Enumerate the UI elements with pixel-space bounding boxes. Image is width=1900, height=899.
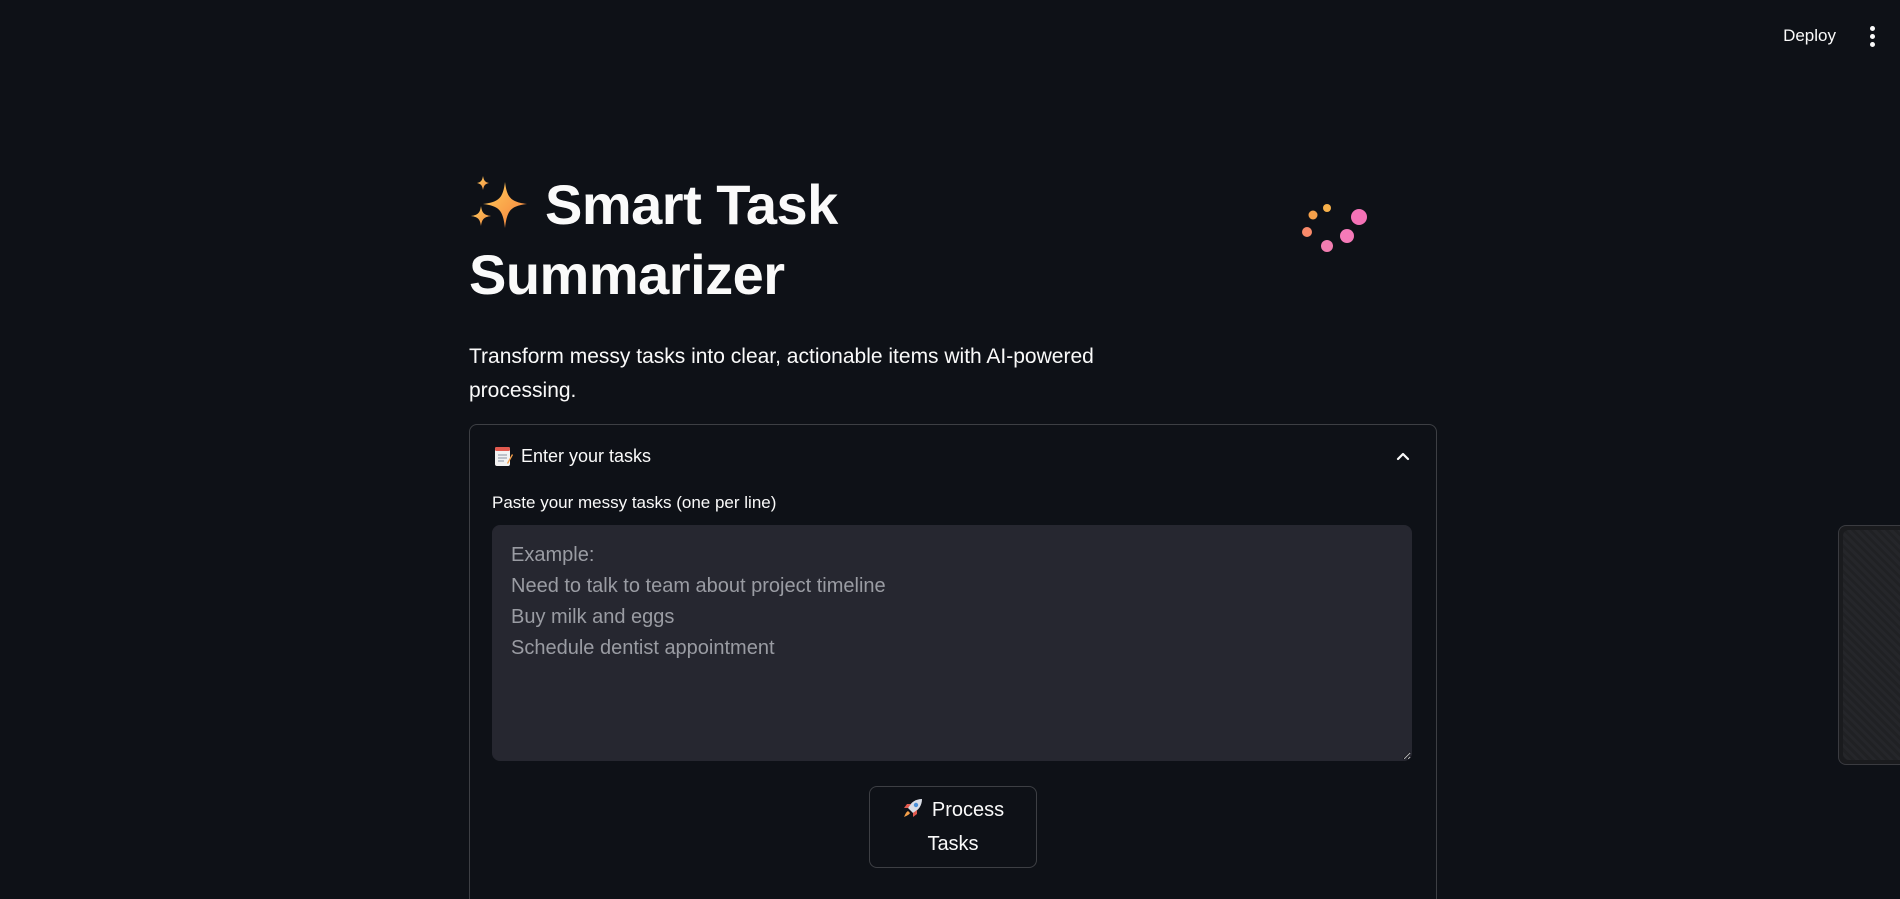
expander-body: Paste your messy tasks (one per line) Pr… — [470, 493, 1436, 868]
menu-dot — [1869, 41, 1875, 47]
rocket-icon — [903, 799, 922, 817]
main-content: Smart Task Summarizer Transform messy ta… — [469, 170, 1437, 899]
page-title: Smart Task Summarizer — [469, 170, 929, 310]
button-row: Process Tasks — [492, 786, 1414, 868]
title-row: Smart Task Summarizer — [469, 170, 1437, 320]
deploy-button[interactable]: Deploy — [1775, 22, 1844, 50]
subtitle: Transform messy tasks into clear, action… — [469, 345, 1094, 402]
side-panel-texture — [1843, 530, 1900, 760]
loading-dots-icon — [1302, 204, 1367, 252]
tasks-expander: Enter your tasks Paste your messy tasks … — [469, 424, 1437, 899]
expander-header[interactable]: Enter your tasks — [470, 425, 1436, 487]
process-tasks-button[interactable]: Process Tasks — [869, 786, 1037, 868]
side-panel-edge[interactable] — [1838, 525, 1900, 765]
menu-dot — [1869, 33, 1875, 39]
app-header: Deploy — [0, 0, 1900, 72]
tasks-textarea[interactable] — [492, 525, 1412, 761]
sparkles-icon — [471, 176, 527, 228]
process-button-label: Process Tasks — [927, 799, 1005, 855]
vertical-dots-icon[interactable] — [1860, 22, 1884, 50]
app-page: Deploy Smart Task Summarizer Transform m… — [0, 0, 1900, 899]
menu-dot — [1869, 25, 1875, 31]
expander-title: Enter your tasks — [521, 445, 652, 466]
textarea-label: Paste your messy tasks (one per line) — [492, 493, 777, 512]
memo-icon — [495, 446, 513, 466]
chevron-up-icon[interactable] — [1394, 447, 1412, 465]
